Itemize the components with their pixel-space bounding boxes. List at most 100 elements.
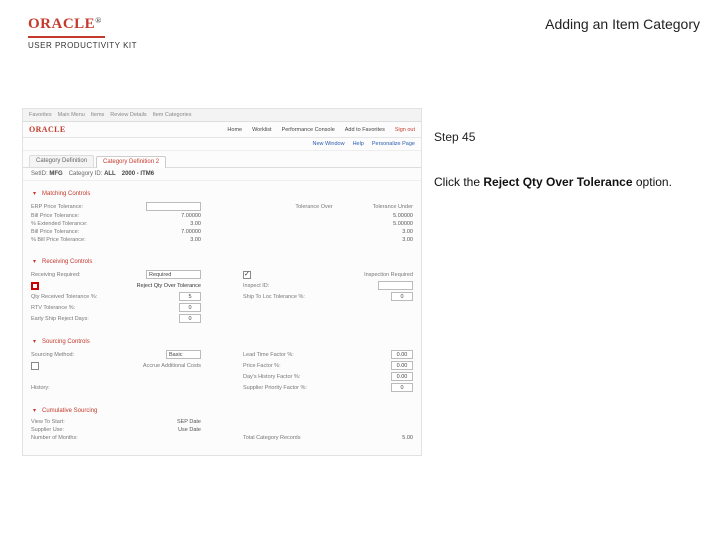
qty-tol-input[interactable]: 5 [179,292,201,301]
breadcrumb[interactable]: Favorites [29,112,52,118]
section-sourcing[interactable]: ▾ Sourcing Controls [31,336,413,347]
brand-divider [28,36,138,38]
sublink[interactable]: Personalize Page [372,141,415,147]
insp-id-input[interactable] [378,281,413,290]
twisty-icon: ▾ [31,190,38,197]
lead-input[interactable]: 0.00 [391,350,413,359]
section-receiving[interactable]: ▾ Receiving Controls [31,256,413,267]
breadcrumb[interactable]: Main Menu [58,112,85,118]
catid-value: ALL [104,171,116,177]
tov2: 3.00 [402,229,413,235]
day-input[interactable]: 0.00 [391,372,413,381]
sublink[interactable]: New Window [312,141,344,147]
brand-sub: USER PRODUCTIVITY KIT [28,41,138,50]
tol-under-h: Tolerance Under [373,204,413,210]
ext-tol-label: % Extended Tolerance: [31,221,87,227]
section-matching[interactable]: ▾ Matching Controls [31,188,413,199]
insp-id-l: Inspect ID: [243,283,269,289]
oracle-logo: ORACLE® [28,16,138,33]
shipto-l: Ship To Loc Tolerance %: [243,294,305,300]
recv-req-l: Receiving Required: [31,272,81,278]
step-label: Step 45 [434,130,684,144]
brand-main: ORACLE [28,16,95,32]
rtv-l: RTV Tolerance %: [31,305,75,311]
twisty-icon: ▾ [31,338,38,345]
pct-ext-label: % Bill Price Tolerance: [31,237,86,243]
breadcrumb[interactable]: Items [91,112,104,118]
cum-tot-v: 5.00 [402,435,413,441]
instruction-bold: Reject Qty Over Tolerance [483,175,632,189]
bill-tol-val: 7.00000 [181,213,201,219]
early-l: Early Ship Reject Days: [31,316,89,322]
recv-req-select[interactable]: Required [146,270,201,279]
tab-category-def2[interactable]: Category Definition 2 [96,156,166,168]
src-method-select[interactable]: Basic [166,350,201,359]
twisty-icon: ▾ [31,407,38,414]
app-oracle-logo: ORACLE [29,125,66,134]
breadcrumb[interactable]: Item Categories [153,112,192,118]
instruction-pre: Click the [434,175,483,189]
instruction-panel: Step 45 Click the Reject Qty Over Tolera… [434,130,684,190]
tab-category-def[interactable]: Category Definition [29,155,94,167]
src-method-l: Sourcing Method: [31,352,74,358]
reject-qty-l: Reject Qty Over Tolerance [137,283,201,289]
section-cumulative[interactable]: ▾ Cumulative Sourcing [31,405,413,416]
bill-tol-label: Bill Price Tolerance: [31,213,79,219]
cum-start-l: View To Start: [31,419,65,425]
brand-tm: ® [95,16,101,25]
toplink[interactable]: Add to Favorites [345,127,385,133]
sublink[interactable]: Help [353,141,364,147]
cum-start-v: SEP Date [177,419,201,425]
bill-pct-label: Bill Price Tolerance: [31,229,79,235]
early-input[interactable]: 0 [179,314,201,323]
qty-tol-l: Qty Received Tolerance %: [31,294,97,300]
auto-check[interactable] [31,362,39,370]
cum-sup-v: Use Date [178,427,201,433]
rtv-input[interactable]: 0 [179,303,201,312]
erp-label: ERP Price Tolerance: [31,204,83,210]
insp-req-l: Inspection Required [364,272,413,278]
twisty-icon: ▾ [31,258,38,265]
price-input[interactable]: 0.00 [391,361,413,370]
desc-value: 2000 - ITM6 [122,171,154,177]
instruction-post: option. [633,175,672,189]
toplink[interactable]: Worklist [252,127,271,133]
tun1: 5.00000 [393,221,413,227]
erp-input[interactable] [146,202,201,211]
breadcrumb[interactable]: Review Details [110,112,146,118]
pct-ext-val: 3.00 [190,237,201,243]
section-matching-label: Matching Controls [42,191,90,197]
hist-l: History: [31,385,50,391]
lead-l: Lead Time Factor %: [243,352,294,358]
auto-l: Accrue Additional Costs [143,363,201,369]
section-sourcing-label: Sourcing Controls [42,339,90,345]
insp-req-check[interactable] [243,271,251,279]
toplink[interactable]: Sign out [395,127,415,133]
sup-input[interactable]: 0 [391,383,413,392]
app-subbar: New Window Help Personalize Page [23,138,421,151]
page-title: Adding an Item Category [545,16,700,32]
ext-tol-val: 3.00 [190,221,201,227]
cum-months-l: Number of Months: [31,435,78,441]
tol-over-h: Tolerance Over [295,204,332,210]
tov1: 5.00000 [393,213,413,219]
sup-l: Supplier Priority Factor %: [243,385,307,391]
toplink[interactable]: Home [227,127,242,133]
reject-qty-over-tolerance-check[interactable] [31,282,39,290]
section-cumulative-label: Cumulative Sourcing [42,408,97,414]
day-l: Day's History Factor %: [243,374,300,380]
catid-label: Category ID: [69,171,103,177]
instruction-text: Click the Reject Qty Over Tolerance opti… [434,174,684,190]
cum-tot-l: Total Category Records [243,435,300,441]
setid-label: SetID: [31,171,48,177]
app-brandbar: ORACLE Home Worklist Performance Console… [23,122,421,138]
setid-row: SetID: MFG Category ID: ALL 2000 - ITM6 [23,168,421,181]
app-screenshot: Favorites Main Menu Items Review Details… [22,108,422,456]
section-receiving-label: Receiving Controls [42,259,92,265]
price-l: Price Factor %: [243,363,281,369]
toplink[interactable]: Performance Console [282,127,335,133]
brand: ORACLE® USER PRODUCTIVITY KIT [28,16,138,50]
shipto-input[interactable]: 0 [391,292,413,301]
tab-strip: Category Definition Category Definition … [23,151,421,168]
bill-pct-val: 7.00000 [181,229,201,235]
